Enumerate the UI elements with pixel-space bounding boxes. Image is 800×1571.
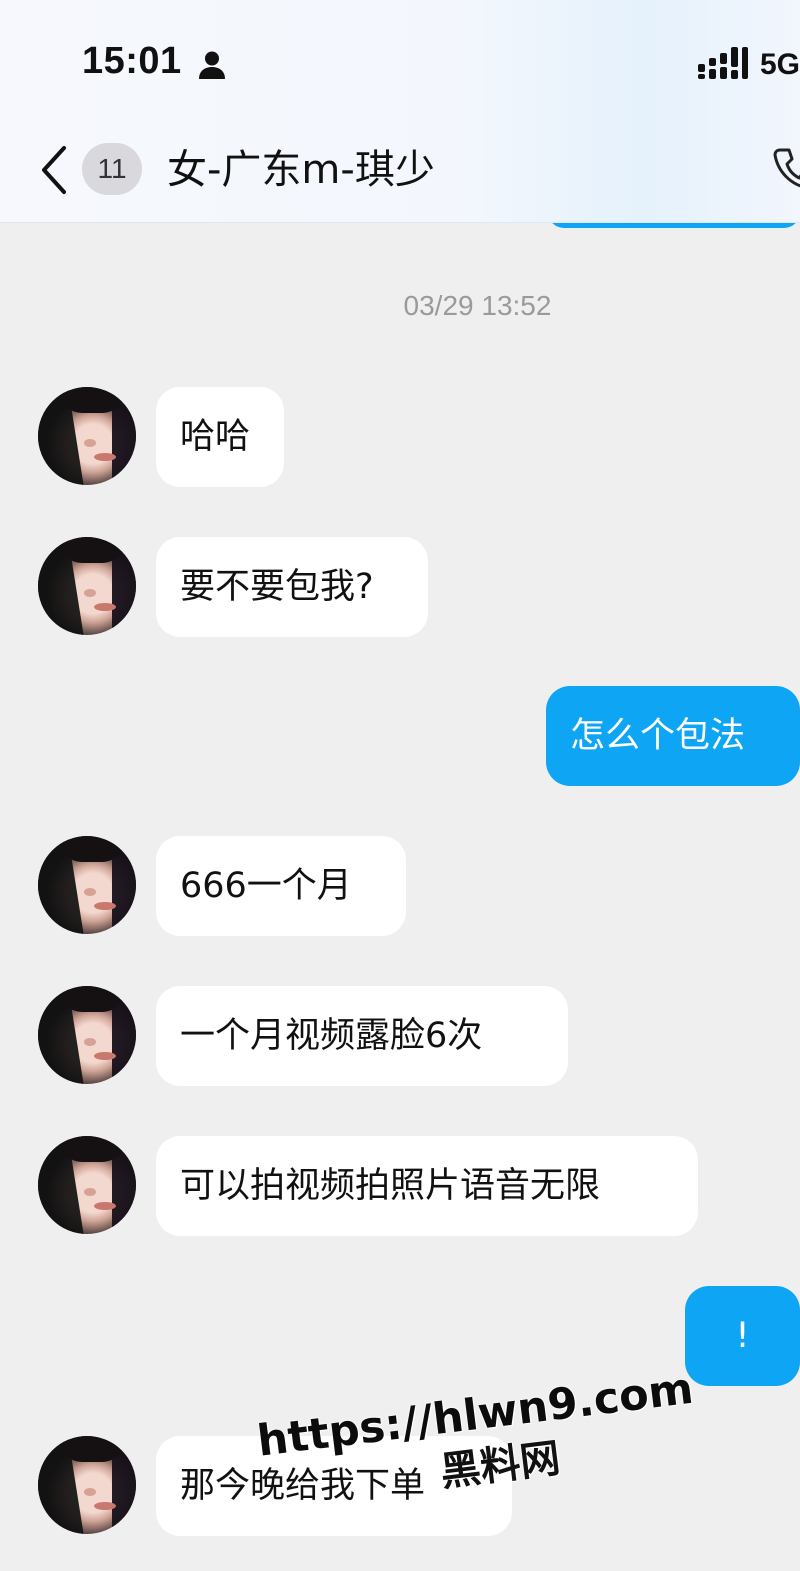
- person-icon: [199, 51, 225, 79]
- contact-avatar[interactable]: [38, 1436, 136, 1534]
- message-bubble-incoming[interactable]: 要不要包我?: [156, 537, 428, 637]
- contact-avatar[interactable]: [38, 986, 136, 1084]
- message-timestamp: 03/29 13:52: [403, 290, 552, 321]
- signal-icon: [698, 47, 748, 79]
- top-bar: 15:01 5G 11 女-广东m-琪少: [0, 0, 800, 223]
- contact-avatar[interactable]: [38, 836, 136, 934]
- unread-count-badge[interactable]: 11: [82, 143, 142, 195]
- message-bubble-incoming[interactable]: 哈哈: [156, 387, 284, 487]
- back-chevron-icon[interactable]: [34, 142, 74, 198]
- message-bubble-incoming[interactable]: 666一个月: [156, 836, 406, 936]
- message-bubble-incoming[interactable]: 一个月视频露脸6次: [156, 986, 568, 1086]
- network-type: 5G: [760, 48, 800, 81]
- chat-title: 女-广东m-琪少: [167, 147, 435, 193]
- message-bubble-incoming[interactable]: 可以拍视频拍照片语音无限: [156, 1136, 698, 1236]
- contact-avatar[interactable]: [38, 537, 136, 635]
- contact-avatar[interactable]: [38, 387, 136, 485]
- phone-icon[interactable]: [772, 146, 800, 190]
- status-time: 15:01: [82, 40, 182, 82]
- message-bubble-outgoing[interactable]: !: [685, 1286, 800, 1386]
- contact-avatar[interactable]: [38, 1136, 136, 1234]
- message-bubble-outgoing[interactable]: 怎么个包法: [546, 686, 800, 786]
- message-bubble-incoming[interactable]: 那今晚给我下单: [156, 1436, 512, 1536]
